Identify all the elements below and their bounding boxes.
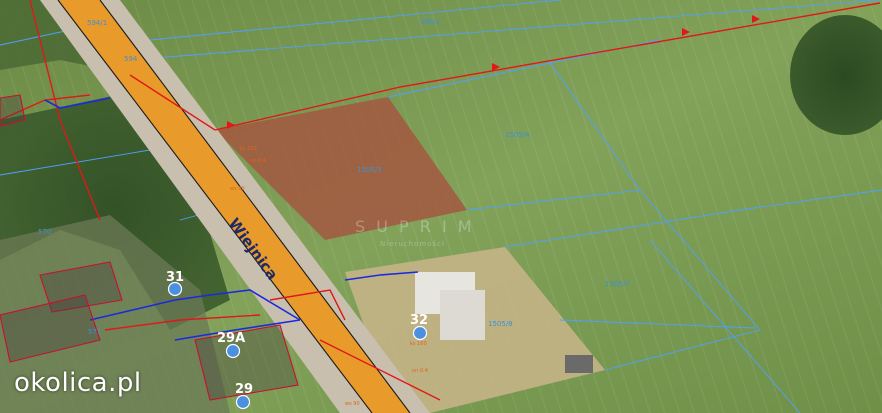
parcel-label: 1505/7 (605, 280, 630, 288)
parcel-label: 1505/3 (357, 166, 382, 174)
address-label: 29 (235, 382, 253, 397)
svg-text:ks 150: ks 150 (240, 146, 257, 152)
parcel-label: 596/1 (420, 18, 440, 26)
map-canvas: 596/1 594/1 594 1505/4 1505/3 1505/7 150… (0, 0, 882, 413)
svg-text:ws 90: ws 90 (230, 186, 245, 192)
address-label: 29A (217, 331, 245, 346)
shed (565, 355, 593, 373)
svg-text:nn 0.4: nn 0.4 (412, 368, 428, 374)
parcel-label: 594 (124, 55, 138, 63)
building-under-construction-b (440, 290, 485, 340)
parcel-label: 1505/4 (505, 131, 530, 139)
parcel-label: 571 (88, 328, 101, 336)
parcel-label: 570 (38, 228, 51, 236)
address-label: 32 (410, 313, 428, 328)
watermark-text: S U P R I M (355, 217, 475, 236)
site-logo[interactable]: okolica.pl (14, 368, 142, 398)
address-label: 31 (166, 270, 184, 285)
parcel-label: 1505/8 (488, 320, 513, 328)
svg-text:ws 90: ws 90 (345, 401, 360, 407)
parcel-label: 594/1 (87, 19, 107, 27)
svg-text:nn 0.4: nn 0.4 (250, 158, 266, 164)
watermark-subtext: Nieruchomości (380, 240, 445, 248)
address-marker-31[interactable]: 31 (166, 270, 184, 297)
svg-text:ks 160: ks 160 (410, 341, 427, 347)
map-viewport[interactable]: 596/1 594/1 594 1505/4 1505/3 1505/7 150… (0, 0, 882, 413)
